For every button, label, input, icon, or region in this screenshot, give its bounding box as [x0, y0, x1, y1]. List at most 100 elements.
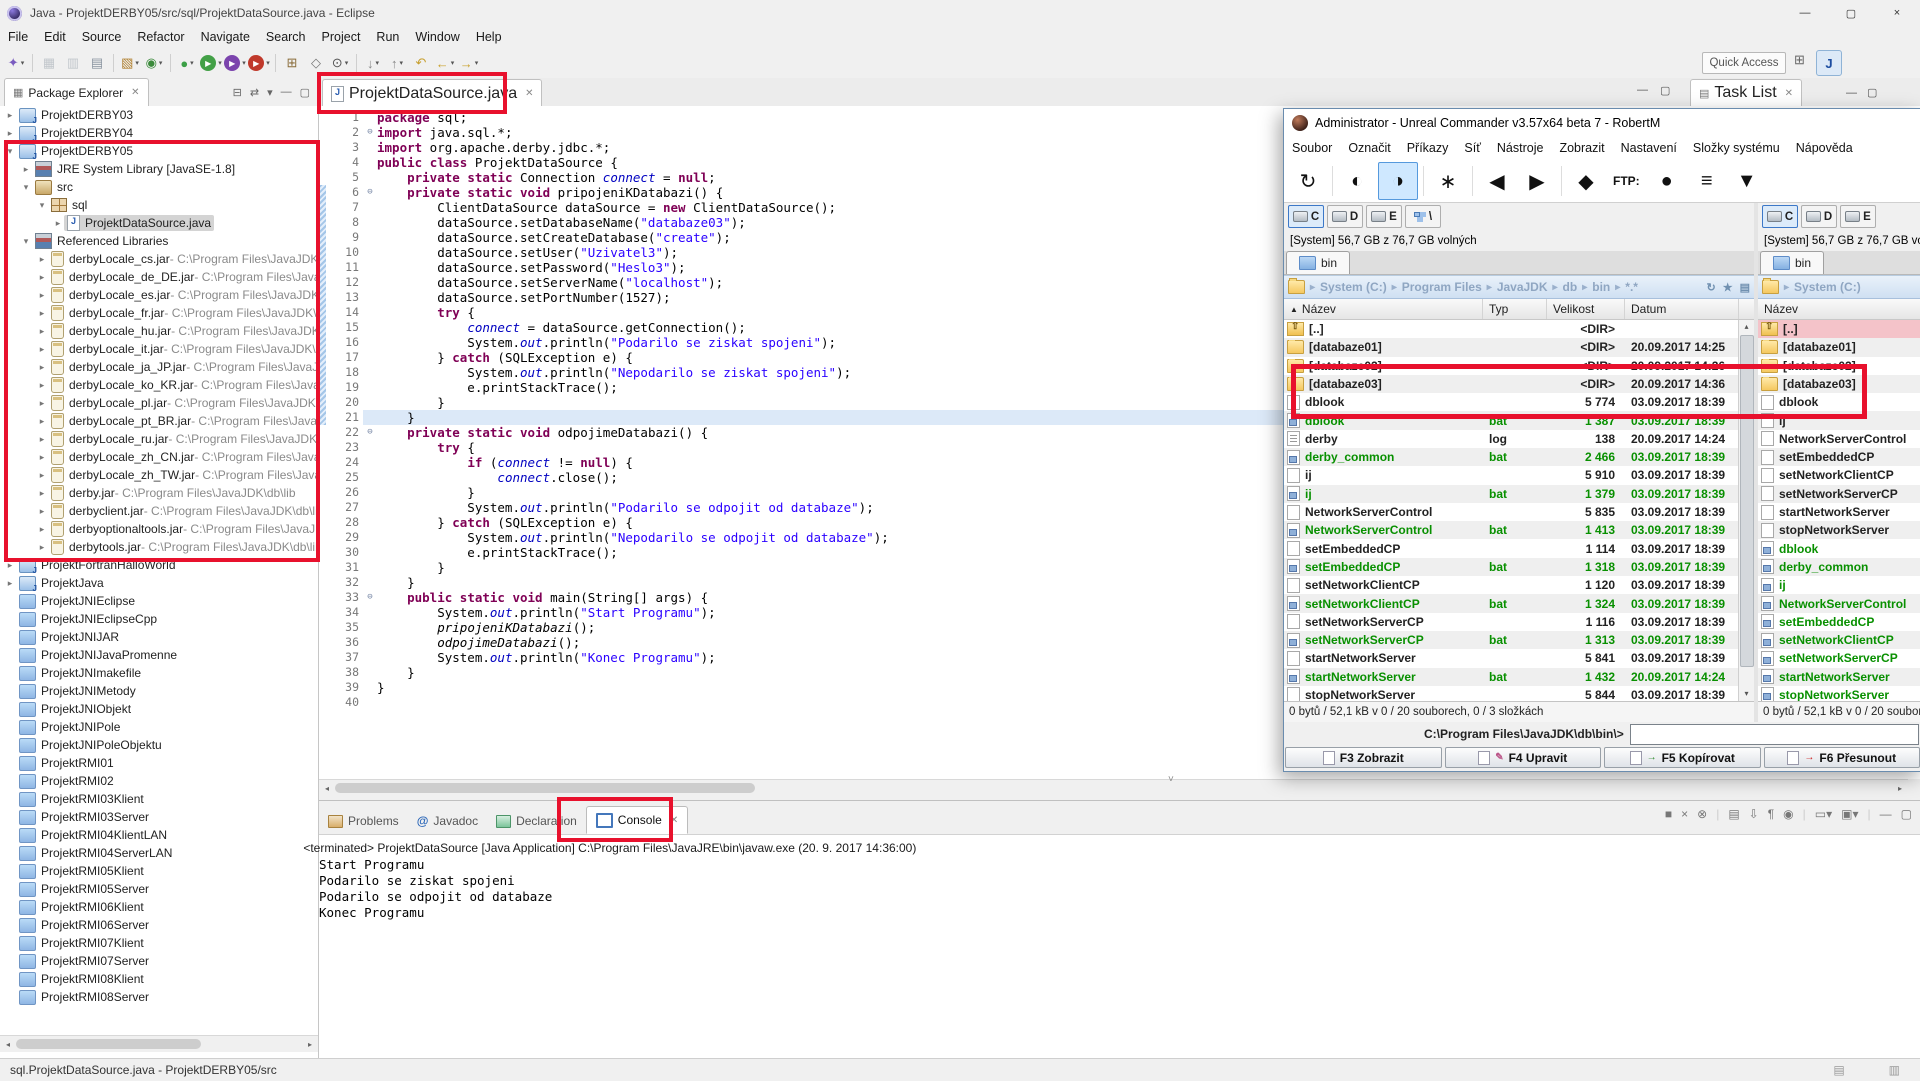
refresh-button[interactable]: ↻ [1289, 163, 1327, 199]
tree-item-referenced-libraries[interactable]: ▾Referenced Libraries [0, 232, 318, 250]
tree-item-derbylocale-zh-cn-jar[interactable]: ▸derbyLocale_zh_CN.jar - C:\Program File… [0, 448, 318, 466]
tree-item-jre-system-library-javase-1-8[interactable]: ▸JRE System Library [JavaSE-1.8] [0, 160, 318, 178]
tree-item-projektrmi04serverlan[interactable]: ProjektRMI04ServerLAN [0, 844, 318, 862]
new-java-project-button[interactable]: ▧▾ [119, 51, 141, 75]
history-forward-button[interactable]: ▶ [1518, 163, 1556, 199]
back-button[interactable]: ←▾ [434, 51, 456, 75]
dropdown-icon[interactable]: ▾ [218, 59, 222, 67]
expander-icon[interactable]: ▸ [4, 578, 16, 589]
display-selected-console-button[interactable]: ▭▾ [1815, 807, 1832, 821]
menu-edit[interactable]: Edit [36, 28, 74, 46]
close-icon[interactable]: ✕ [1785, 88, 1793, 99]
file-row-ij[interactable]: ij [1758, 411, 1920, 429]
file-row-setembeddedcp[interactable]: setEmbeddedCP [1758, 448, 1920, 466]
minimize-button[interactable]: — [1782, 0, 1828, 26]
tree-item-projektrmi08klient[interactable]: ProjektRMI08Klient [0, 970, 318, 988]
tree-item-projektjnimakefile[interactable]: ProjektJNImakefile [0, 664, 318, 682]
tree-item-derbylocale-zh-tw-jar[interactable]: ▸derbyLocale_zh_TW.jar - C:\Program File… [0, 466, 318, 484]
file-row-setnetworkservercp[interactable]: setNetworkServerCP [1758, 485, 1920, 503]
scroll-right-icon[interactable]: ▸ [302, 1040, 318, 1049]
tree-item-projektdatasource-java[interactable]: ▸ProjektDataSource.java [0, 214, 318, 232]
breadcrumb-javajdk[interactable]: JavaJDK [1497, 280, 1548, 294]
new-wizard-button[interactable]: ✦▾ [5, 51, 27, 75]
tree-item-derbylocale-ru-jar[interactable]: ▸derbyLocale_ru.jar - C:\Program Files\J… [0, 430, 318, 448]
new-package-button[interactable]: ⊞ [281, 51, 303, 75]
console-tab-declaration[interactable]: Declaration [487, 808, 586, 834]
f4-edit-button[interactable]: ✎F4 Upravit [1445, 747, 1602, 768]
tree-item-projektrmi06klient[interactable]: ProjektRMI06Klient [0, 898, 318, 916]
debug-button[interactable]: ●▾ [176, 51, 198, 75]
menu-refactor[interactable]: Refactor [129, 28, 192, 46]
tree-item-projektjniobjekt[interactable]: ProjektJNIObjekt [0, 700, 318, 718]
expander-icon[interactable]: ▸ [36, 470, 48, 481]
tree-item-projektrmi03klient[interactable]: ProjektRMI03Klient [0, 790, 318, 808]
java-perspective-button[interactable]: J [1816, 50, 1842, 76]
menu-help[interactable]: Help [468, 28, 510, 46]
tree-item-projektderby03[interactable]: ▸ProjektDERBY03 [0, 106, 318, 124]
dropdown-icon[interactable]: ▾ [135, 59, 139, 67]
menu-file[interactable]: File [0, 28, 36, 46]
expander-icon[interactable]: ▸ [36, 290, 48, 301]
file-row-databaze02[interactable]: [databaze02] [1758, 357, 1920, 375]
scroll-left-icon[interactable]: ◂ [0, 1040, 16, 1049]
file-row-ij[interactable]: ij [1758, 576, 1920, 594]
drive-d-button[interactable]: D [1801, 205, 1837, 228]
terminate-button[interactable]: ■ [1665, 807, 1672, 821]
tree-item-derbylocale-ko-kr-jar[interactable]: ▸derbyLocale_ko_KR.jar - C:\Program File… [0, 376, 318, 394]
file-row-databaze01[interactable]: [databaze01] [1758, 338, 1920, 356]
expander-icon[interactable]: ▸ [36, 326, 48, 337]
file-row-setnetworkservercp-bat[interactable]: setNetworkServerCPbat1 31303.09.2017 18:… [1284, 631, 1754, 649]
package-explorer-hscrollbar[interactable]: ◂ ▸ [0, 1035, 318, 1052]
maximize-icon[interactable]: ▢ [1867, 86, 1877, 99]
f3-view-button[interactable]: F3 Zobrazit [1285, 747, 1442, 768]
tree-item-projektjnipoleobjektu[interactable]: ProjektJNIPoleObjektu [0, 736, 318, 754]
tree-item-src[interactable]: ▾src [0, 178, 318, 196]
editor-tab[interactable]: ProjektDataSource.java ✕ [322, 79, 542, 107]
file-row-setnetworkservercp[interactable]: setNetworkServerCP [1758, 649, 1920, 667]
tree-item-projektrmi08server[interactable]: ProjektRMI08Server [0, 988, 318, 1006]
tree-item-projektjnimetody[interactable]: ProjektJNIMetody [0, 682, 318, 700]
link-with-editor-button[interactable]: ⇄ [250, 86, 259, 99]
minimize-icon[interactable]: — [1637, 84, 1648, 96]
left-panel-view-button[interactable]: ◐ [1338, 163, 1376, 199]
select-group-button[interactable]: ∗ [1429, 163, 1467, 199]
expander-icon[interactable]: ▸ [36, 344, 48, 355]
scrollbar-thumb[interactable] [335, 783, 755, 793]
maximize-button[interactable]: ▢ [1901, 807, 1912, 821]
search-button[interactable]: ⊙▾ [329, 51, 351, 75]
tree-item-projektjnijar[interactable]: ProjektJNIJAR [0, 628, 318, 646]
tree-item-projektrmi02[interactable]: ProjektRMI02 [0, 772, 318, 790]
folder-list-button[interactable]: ≡ [1688, 163, 1726, 199]
menu-ozna-it[interactable]: Označit [1340, 141, 1398, 155]
breadcrumb-bin[interactable]: bin [1592, 280, 1610, 294]
file-row-startnetworkserver[interactable]: startNetworkServer [1758, 668, 1920, 686]
print-button[interactable]: ▤ [86, 51, 108, 75]
pack-files-button[interactable]: ◆ [1567, 163, 1605, 199]
file-row-networkservercontrol[interactable]: NetworkServerControl [1758, 594, 1920, 612]
scrollbar-thumb[interactable] [1740, 335, 1754, 667]
column-name[interactable]: Název [1758, 299, 1920, 319]
maximize-icon[interactable]: ▢ [1660, 84, 1670, 97]
tree-item-derbylocale-it-jar[interactable]: ▸derbyLocale_it.jar - C:\Program Files\J… [0, 340, 318, 358]
expander-icon[interactable]: ▸ [36, 506, 48, 517]
drive-c-button[interactable]: C [1762, 205, 1798, 228]
file-row-ij[interactable]: ij5 91003.09.2017 18:39 [1284, 466, 1754, 484]
expander-icon[interactable]: ▸ [36, 308, 48, 319]
expander-icon[interactable]: ▸ [36, 452, 48, 463]
tree-item-derbylocale-ja-jp-jar[interactable]: ▸derbyLocale_ja_JP.jar - C:\Program File… [0, 358, 318, 376]
menu-s[interactable]: Síť [1456, 141, 1489, 155]
new-java-class-button[interactable]: ◉▾ [143, 51, 165, 75]
scroll-lock-button[interactable]: ⇩ [1749, 807, 1759, 821]
tree-item-projektrmi05klient[interactable]: ProjektRMI05Klient [0, 862, 318, 880]
minimize-button[interactable]: — [1880, 807, 1892, 821]
file-row-networkservercontrol-bat[interactable]: NetworkServerControlbat1 41303.09.2017 1… [1284, 521, 1754, 539]
file-row-dblook-bat[interactable]: dblookbat1 38703.09.2017 18:39 [1284, 411, 1754, 429]
dropdown-icon[interactable]: ▾ [345, 59, 349, 67]
dropdown-icon[interactable]: ▾ [375, 59, 379, 67]
expander-icon[interactable]: ▸ [36, 398, 48, 409]
file-list-vscrollbar[interactable]: ▴ ▾ [1738, 320, 1754, 701]
tree-item-projektjnijavapromenne[interactable]: ProjektJNIJavaPromenne [0, 646, 318, 664]
file-row-derby-log[interactable]: derbylog13820.09.2017 14:24 [1284, 430, 1754, 448]
column-n-zev[interactable]: ▲Název [1284, 299, 1483, 319]
tree-item-derbytools-jar[interactable]: ▸derbytools.jar - C:\Program Files\JavaJ… [0, 538, 318, 556]
